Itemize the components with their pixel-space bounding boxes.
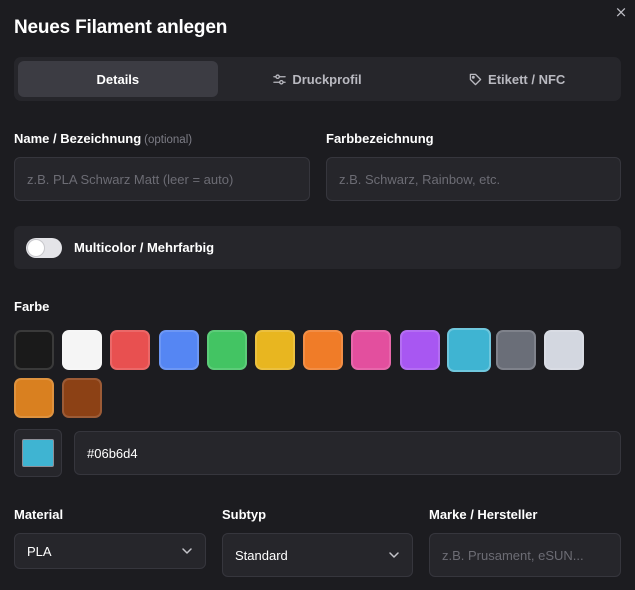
- color-name-placeholder: z.B. Schwarz, Rainbow, etc.: [339, 171, 501, 187]
- color-swatch[interactable]: [14, 330, 54, 370]
- color-swatch[interactable]: [110, 330, 151, 370]
- name-input[interactable]: z.B. PLA Schwarz Matt (leer = auto): [14, 157, 310, 201]
- color-picker-button[interactable]: [14, 429, 62, 477]
- tab-etikett-nfc-label: Etikett / NFC: [488, 71, 566, 87]
- brand-placeholder: z.B. Prusament, eSUN...: [442, 547, 584, 563]
- sliders-icon: [273, 73, 287, 85]
- brand-label: Marke / Hersteller: [429, 507, 538, 522]
- color-swatch[interactable]: [158, 330, 199, 370]
- color-swatch[interactable]: [62, 378, 103, 418]
- chevron-down-icon: [389, 552, 399, 558]
- color-swatch[interactable]: [14, 378, 54, 418]
- name-placeholder: z.B. PLA Schwarz Matt (leer = auto): [27, 171, 234, 187]
- optional-hint: (optional): [144, 134, 193, 146]
- subtype-label: Subtyp: [222, 507, 267, 522]
- multicolor-toggle[interactable]: [26, 237, 62, 258]
- color-swatch[interactable]: [206, 330, 247, 370]
- color-name-input[interactable]: z.B. Schwarz, Rainbow, etc.: [326, 157, 621, 201]
- color-preview-chip: [22, 439, 54, 467]
- tab-bar: Details Druckprofil Etikett / NFC: [14, 57, 621, 101]
- tab-details[interactable]: Details: [18, 61, 218, 97]
- chevron-down-icon: [182, 548, 192, 554]
- color-swatch[interactable]: [351, 330, 392, 370]
- color-name-label: Farbbezeichnung: [326, 131, 434, 146]
- color-swatch[interactable]: [496, 330, 536, 370]
- color-swatch[interactable]: [544, 330, 585, 370]
- color-swatch[interactable]: [303, 330, 344, 370]
- material-select[interactable]: PLA: [14, 533, 206, 569]
- close-icon[interactable]: ×: [612, 3, 630, 21]
- color-label: Farbe: [14, 299, 50, 314]
- multicolor-label: Multicolor / Mehrfarbig: [74, 240, 215, 255]
- name-label: Name / Bezeichnung (optional): [14, 131, 192, 146]
- tab-druckprofil-label: Druckprofil: [292, 71, 362, 87]
- tab-etikett-nfc[interactable]: Etikett / NFC: [417, 61, 617, 97]
- name-label-text: Name / Bezeichnung: [14, 131, 142, 146]
- hex-color-input[interactable]: #06b6d4: [74, 431, 621, 475]
- color-swatch[interactable]: [446, 328, 491, 372]
- subtype-value: Standard: [235, 547, 288, 563]
- color-swatch[interactable]: [399, 330, 440, 370]
- material-value: PLA: [27, 543, 52, 559]
- color-swatch[interactable]: [62, 330, 103, 370]
- dialog-title: Neues Filament anlegen: [14, 17, 228, 38]
- tab-druckprofil[interactable]: Druckprofil: [218, 61, 418, 97]
- tab-details-label: Details: [96, 71, 140, 87]
- hex-color-value: #06b6d4: [87, 445, 138, 461]
- brand-input[interactable]: z.B. Prusament, eSUN...: [429, 533, 621, 577]
- multicolor-row: Multicolor / Mehrfarbig: [14, 226, 621, 269]
- color-swatch[interactable]: [255, 330, 295, 370]
- toggle-knob: [28, 239, 44, 256]
- material-label: Material: [14, 507, 64, 522]
- tag-icon: [469, 73, 482, 85]
- subtype-select[interactable]: Standard: [222, 533, 413, 577]
